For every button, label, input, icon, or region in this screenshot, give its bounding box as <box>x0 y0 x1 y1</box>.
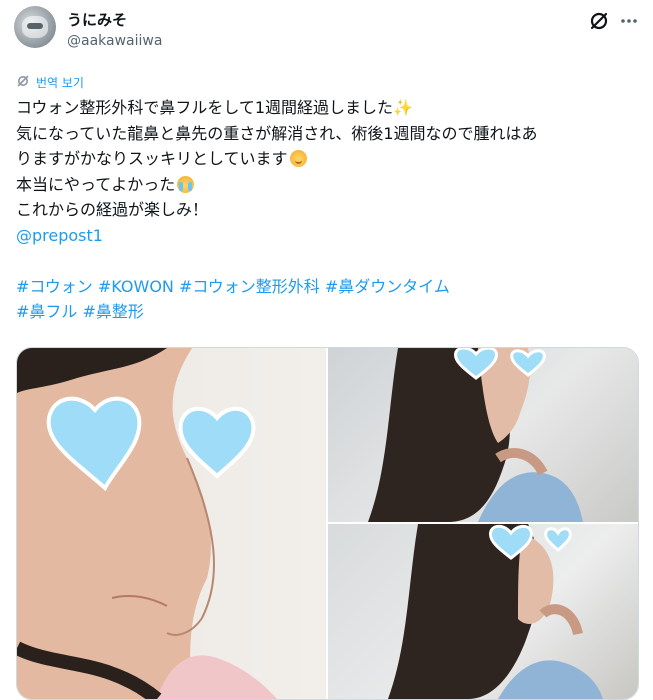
crying-face-emoji <box>177 175 195 193</box>
translate-link[interactable]: 번역 보기 <box>16 73 84 91</box>
tweet-line: 本当にやってよかった <box>16 172 636 198</box>
tweet-text: コウォン整形外科で鼻フルをして1週間経過しました✨ 気になっていた龍鼻と鼻先の重… <box>16 95 636 325</box>
close-up-face-photo[interactable] <box>17 348 326 699</box>
tweet-line-3: りますがかなりスッキリとしています <box>16 149 288 168</box>
media-grid <box>16 347 639 700</box>
hashtag-link[interactable]: #コウォン整形外科 <box>179 277 320 296</box>
tweet-line: りますがかなりスッキリとしています <box>16 146 636 172</box>
hashtag-link[interactable]: #鼻ダウンタイム <box>325 277 450 296</box>
tweet-line: これからの経過が楽しみ！ <box>16 200 209 219</box>
hashtag-link[interactable]: #コウォン <box>16 277 93 296</box>
translate-icon <box>16 74 30 91</box>
more-options-icon[interactable] <box>618 10 640 32</box>
side-profile-photo-top[interactable] <box>328 348 638 522</box>
tweet-line: 気になっていた龍鼻と鼻先の重さが解消され、術後1週間なので腫れはあ <box>16 123 538 143</box>
tweet-line: コウォン整形外科で鼻フルをして1週間経過しました✨ <box>16 95 636 121</box>
user-avatar[interactable] <box>14 6 56 48</box>
mention-link[interactable]: @prepost1 <box>16 223 636 249</box>
heart-sticker <box>46 396 256 492</box>
display-name[interactable]: うにみそ <box>67 9 127 30</box>
tweet-line-1: コウォン整形外科で鼻フルをして1週間経過しました <box>16 98 394 117</box>
tweet-line-4: 本当にやってよかった <box>16 174 176 194</box>
sparkles-emoji: ✨ <box>393 98 413 117</box>
heart-sticker <box>488 524 572 560</box>
grok-icon[interactable] <box>588 10 610 32</box>
hashtag-row: #コウォン #KOWON #コウォン整形外科 #鼻ダウンタイム <box>16 274 636 300</box>
translate-label: 번역 보기 <box>36 75 84 90</box>
hashtag-link[interactable]: #KOWON <box>98 277 174 296</box>
user-handle[interactable]: @aakawaiiwa <box>67 33 162 49</box>
heart-sticker <box>453 348 546 380</box>
hashtag-link[interactable]: #鼻整形 <box>83 302 144 321</box>
hashtag-link[interactable]: #鼻フル <box>16 302 77 321</box>
hashtag-row: #鼻フル #鼻整形 <box>16 299 636 325</box>
smiling-face-emoji <box>289 150 307 167</box>
side-profile-photo-bottom[interactable] <box>328 524 638 699</box>
